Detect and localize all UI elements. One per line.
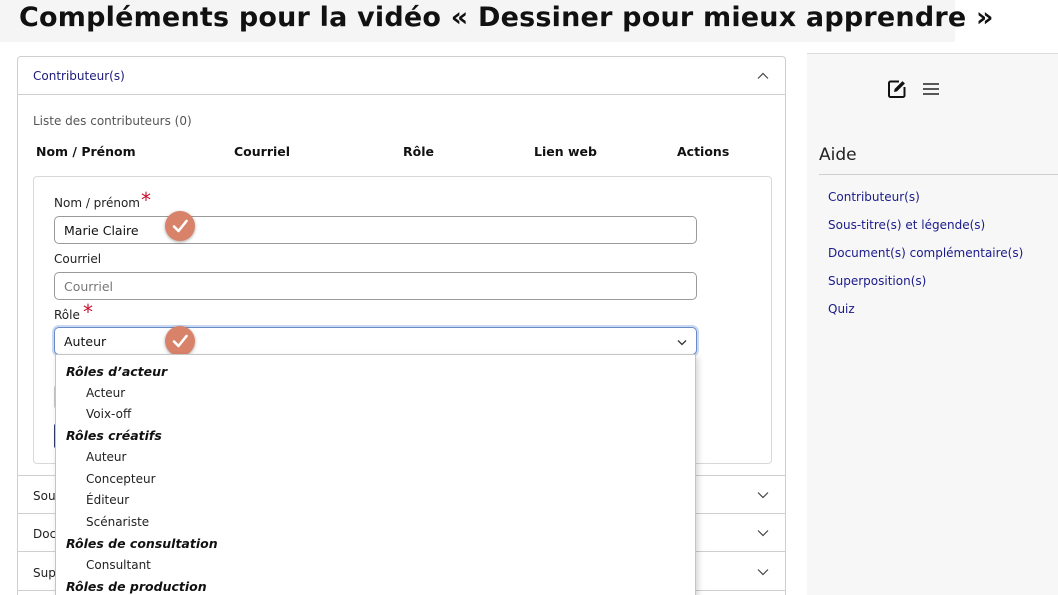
chevron-down-icon — [757, 566, 769, 578]
help-divider — [819, 174, 1058, 175]
dropdown-option[interactable]: Concepteur — [86, 472, 156, 486]
accordion-header-contributors[interactable]: Contributeur(s) — [18, 57, 785, 95]
role-dropdown-list[interactable]: Rôles d’acteur Acteur Voix-off Rôles cré… — [55, 354, 696, 595]
help-link-overlays[interactable]: Superposition(s) — [828, 274, 926, 288]
dropdown-group-label: Rôles créatifs — [66, 428, 162, 443]
dropdown-option[interactable]: Acteur — [86, 386, 125, 400]
accordion-header-label: Contributeur(s) — [33, 69, 125, 83]
dropdown-option[interactable]: Éditeur — [86, 493, 129, 507]
required-marker: * — [141, 188, 151, 212]
section-label: Doc — [33, 527, 57, 541]
edit-icon[interactable] — [886, 78, 908, 100]
chevron-down-icon — [757, 527, 769, 539]
page-title: Compléments pour la vidéo « Dessiner pou… — [19, 2, 994, 33]
page-title-bar: Compléments pour la vidéo « Dessiner pou… — [0, 0, 993, 42]
email-input[interactable]: Courriel — [54, 272, 697, 300]
column-header-email: Courriel — [234, 144, 291, 159]
required-marker: * — [83, 300, 93, 324]
dropdown-option[interactable]: Auteur — [86, 450, 126, 464]
help-link-contributors[interactable]: Contributeur(s) — [828, 190, 920, 204]
menu-icon[interactable] — [920, 78, 942, 100]
check-icon — [165, 326, 195, 356]
help-link-documents[interactable]: Document(s) complémentaire(s) — [828, 246, 1023, 260]
section-label: Sup — [33, 566, 56, 580]
help-panel: Aide Contributeur(s) Sous-titre(s) et lé… — [807, 53, 1058, 595]
chevron-up-icon[interactable] — [757, 70, 769, 82]
section-label: Sou — [33, 489, 56, 503]
chevron-down-icon — [676, 336, 688, 348]
contributors-list-caption: Liste des contributeurs (0) — [33, 114, 192, 128]
help-link-subtitles[interactable]: Sous-titre(s) et légende(s) — [828, 218, 985, 232]
column-header-name: Nom / Prénom — [36, 144, 136, 159]
name-label: Nom / prénom — [54, 196, 140, 210]
help-title: Aide — [819, 145, 857, 165]
dropdown-option[interactable]: Voix-off — [86, 407, 131, 421]
dropdown-option[interactable]: Scénariste — [86, 515, 149, 529]
dropdown-group-label: Rôles de production — [66, 579, 207, 594]
dropdown-option[interactable]: Consultant — [86, 558, 151, 572]
email-label: Courriel — [54, 252, 102, 266]
role-select-value: Auteur — [64, 334, 107, 349]
column-header-actions: Actions — [677, 144, 730, 159]
column-header-weblink: Lien web — [534, 144, 597, 159]
role-label: Rôle — [54, 308, 80, 322]
dropdown-group-label: Rôles d’acteur — [66, 364, 168, 379]
check-icon — [165, 211, 195, 241]
column-header-role: Rôle — [403, 144, 434, 159]
name-input[interactable]: Marie Claire — [54, 216, 697, 244]
role-select[interactable]: Auteur — [54, 327, 697, 355]
dropdown-group-label: Rôles de consultation — [66, 536, 218, 551]
chevron-down-icon — [757, 489, 769, 501]
help-link-quiz[interactable]: Quiz — [828, 302, 855, 316]
